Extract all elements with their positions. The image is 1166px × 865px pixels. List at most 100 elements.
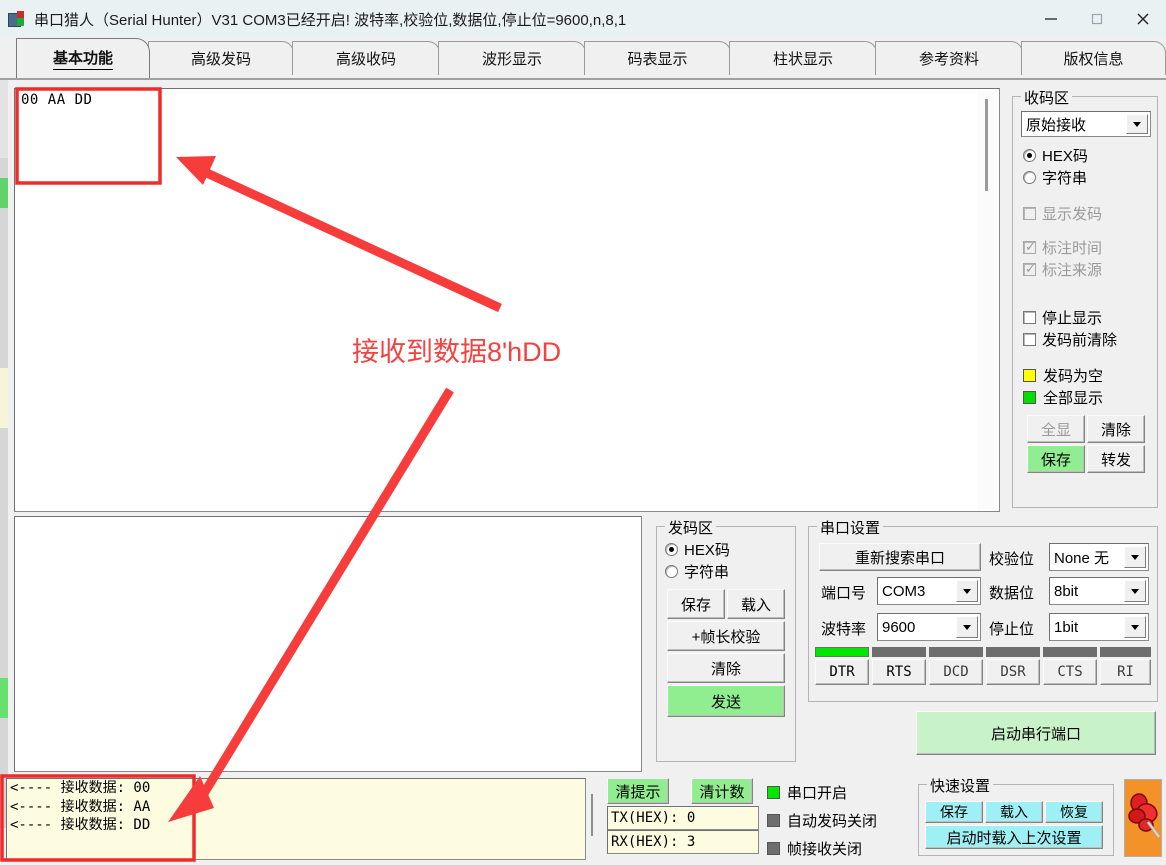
send-load-button[interactable]: 载入 bbox=[727, 589, 785, 619]
checkbox-clear-before-send[interactable]: 发码前清除 bbox=[1023, 329, 1117, 350]
log-line: <---- 接收数据: DD bbox=[10, 817, 151, 833]
clear-receive-button[interactable]: 清除 bbox=[1087, 415, 1145, 443]
parity-combo[interactable]: None 无 bbox=[1049, 543, 1149, 571]
clear-log-button[interactable]: 清提示 bbox=[607, 778, 669, 804]
clear-send-button[interactable]: 清除 bbox=[667, 653, 785, 683]
tab-advanced-send[interactable]: 高级发码 bbox=[148, 41, 294, 75]
signal-button-ri-label: RI bbox=[1117, 664, 1134, 680]
frame-length-check-button[interactable]: +帧长校验 bbox=[667, 621, 785, 651]
chevron-down-icon[interactable] bbox=[956, 580, 978, 602]
show-all-button[interactable]: 全显 bbox=[1027, 415, 1085, 443]
title-bar: 串口猎人（Serial Hunter）V31 COM3已经开启! 波特率,校验位… bbox=[0, 0, 1166, 39]
tab-label: 高级发码 bbox=[190, 51, 251, 68]
checkbox-stop-display[interactable]: 停止显示 bbox=[1023, 307, 1102, 328]
signal-button-ri: RI bbox=[1100, 659, 1151, 685]
receive-vertical-scrollbar[interactable] bbox=[977, 91, 997, 509]
tab-bar-chart[interactable]: 柱状显示 bbox=[729, 41, 877, 75]
chevron-down-icon[interactable] bbox=[1124, 546, 1146, 568]
save-receive-button[interactable]: 保存 bbox=[1027, 445, 1085, 473]
send-radio-string[interactable]: 字符串 bbox=[665, 561, 729, 582]
send-data-input[interactable] bbox=[14, 516, 642, 772]
checkbox-indicator bbox=[1023, 207, 1036, 220]
signal-button-dtr[interactable]: DTR bbox=[815, 659, 869, 685]
port-number-value: COM3 bbox=[882, 582, 926, 600]
tab-meter[interactable]: 码表显示 bbox=[584, 41, 731, 75]
led-show-all-label: 全部显示 bbox=[1043, 390, 1104, 407]
receive-data-textarea[interactable]: 00 AA DD bbox=[14, 88, 1000, 512]
send-save-button-label: 保存 bbox=[680, 596, 711, 614]
indicator-frame-recv-off-label: 帧接收关闭 bbox=[787, 841, 863, 858]
led-indicator-green bbox=[1023, 391, 1036, 404]
receive-radio-hex[interactable]: HEX码 bbox=[1023, 145, 1088, 166]
radio-indicator bbox=[1023, 149, 1036, 162]
bg-strip-2 bbox=[0, 178, 8, 208]
radio-indicator bbox=[665, 543, 678, 556]
tab-copyright[interactable]: 版权信息 bbox=[1021, 41, 1166, 75]
send-save-button[interactable]: 保存 bbox=[667, 589, 725, 619]
send-data-textarea[interactable] bbox=[14, 516, 642, 772]
port-number-label: 端口号 bbox=[821, 585, 867, 602]
serial-hunter-icon bbox=[8, 10, 26, 28]
quick-save-button[interactable]: 保存 bbox=[925, 801, 983, 823]
quick-restore-button[interactable]: 恢复 bbox=[1045, 801, 1103, 823]
led-send-empty-label: 发码为空 bbox=[1043, 368, 1104, 385]
receive-radio-string-label: 字符串 bbox=[1042, 170, 1088, 187]
tab-label: 波形显示 bbox=[481, 51, 542, 68]
background-window-sliver bbox=[0, 38, 8, 828]
log-scrollbar[interactable] bbox=[586, 780, 600, 858]
indicator-frame-recv-off: 帧接收关闭 bbox=[767, 838, 862, 859]
signal-led-dsr bbox=[986, 647, 1040, 657]
checkbox-show-send: 显示发码 bbox=[1023, 203, 1102, 224]
status-log-area[interactable]: <---- 接收数据: 00 <---- 接收数据: AA <---- 接收数据… bbox=[6, 778, 586, 860]
tab-reference[interactable]: 参考资料 bbox=[875, 41, 1023, 75]
baud-rate-combo[interactable]: 9600 bbox=[877, 613, 981, 641]
quick-load-button[interactable]: 载入 bbox=[985, 801, 1043, 823]
signal-led-dcd bbox=[929, 647, 983, 657]
port-number-combo[interactable]: COM3 bbox=[877, 577, 981, 605]
send-radio-hex[interactable]: HEX码 bbox=[665, 539, 730, 560]
tab-waveform[interactable]: 波形显示 bbox=[438, 41, 586, 75]
load-last-settings-on-start-button[interactable]: 启动时载入上次设置 bbox=[925, 825, 1103, 849]
stop-bits-combo[interactable]: 1bit bbox=[1049, 613, 1149, 641]
maximize-button[interactable] bbox=[1074, 0, 1120, 38]
send-radio-hex-label: HEX码 bbox=[684, 542, 730, 559]
receive-mode-value: 原始接收 bbox=[1026, 116, 1087, 134]
send-button-label: 发送 bbox=[710, 693, 741, 711]
tab-label: 基本功能 bbox=[52, 47, 113, 70]
pushpin-button[interactable] bbox=[1124, 779, 1162, 857]
chevron-down-icon[interactable] bbox=[1124, 616, 1146, 638]
start-serial-port-button[interactable]: 启动串行端口 bbox=[916, 711, 1156, 755]
serial-settings-caption: 串口设置 bbox=[817, 517, 884, 538]
close-button[interactable] bbox=[1120, 0, 1166, 38]
rescan-ports-button[interactable]: 重新搜索串口 bbox=[819, 543, 981, 571]
receive-radio-string[interactable]: 字符串 bbox=[1023, 167, 1087, 188]
checkbox-mark-source-label: 标注来源 bbox=[1042, 262, 1103, 279]
led-indicator-gray bbox=[767, 842, 780, 855]
bg-strip-4 bbox=[0, 678, 8, 718]
checkbox-indicator bbox=[1023, 311, 1036, 324]
indicator-auto-send-off: 自动发码关闭 bbox=[767, 810, 877, 831]
chevron-down-icon[interactable] bbox=[1126, 114, 1148, 134]
receive-radio-hex-label: HEX码 bbox=[1042, 148, 1088, 165]
log-line: <---- 接收数据: AA bbox=[10, 798, 151, 815]
signal-button-dsr-label: DSR bbox=[1000, 664, 1026, 680]
data-bits-value: 8bit bbox=[1054, 582, 1079, 600]
signal-button-rts[interactable]: RTS bbox=[872, 659, 926, 685]
chevron-down-icon[interactable] bbox=[956, 616, 978, 638]
quick-save-button-label: 保存 bbox=[940, 804, 968, 820]
forward-button[interactable]: 转发 bbox=[1087, 445, 1145, 473]
minimize-button[interactable] bbox=[1028, 0, 1074, 38]
tab-label: 参考资料 bbox=[918, 51, 979, 68]
tab-advanced-recv[interactable]: 高级收码 bbox=[292, 41, 440, 75]
signal-button-dcd-label: DCD bbox=[943, 664, 969, 680]
data-bits-combo[interactable]: 8bit bbox=[1049, 577, 1149, 605]
tab-basic-functions[interactable]: 基本功能 bbox=[16, 38, 150, 78]
send-button[interactable]: 发送 bbox=[667, 685, 785, 717]
checkbox-indicator: ✓ bbox=[1023, 239, 1036, 254]
signal-button-dtr-label: DTR bbox=[829, 664, 855, 680]
clear-counters-button[interactable]: 清计数 bbox=[691, 778, 753, 804]
receive-mode-combo[interactable]: 原始接收 bbox=[1021, 111, 1151, 137]
chevron-down-icon[interactable] bbox=[1124, 580, 1146, 602]
clear-send-button-label: 清除 bbox=[710, 660, 741, 678]
radio-indicator bbox=[665, 565, 678, 578]
